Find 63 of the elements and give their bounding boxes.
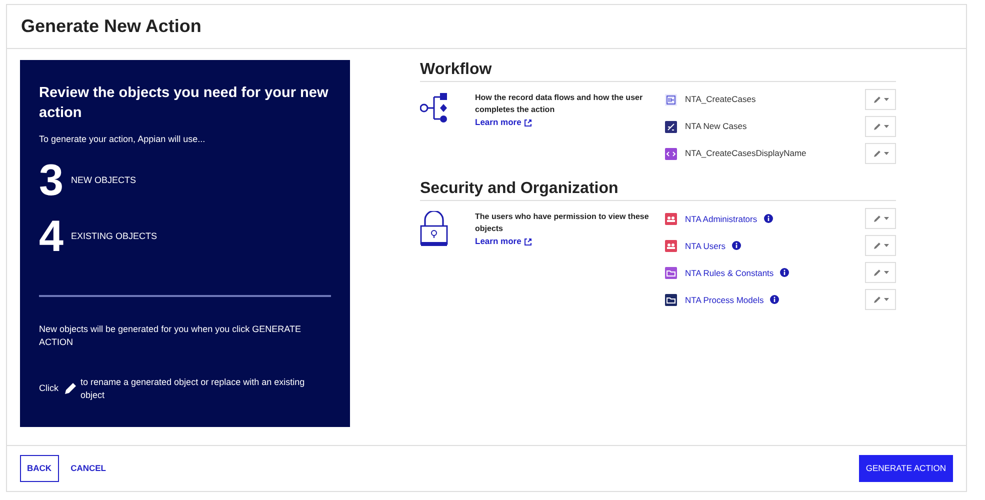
edit-dropdown-button[interactable]: [865, 235, 896, 256]
pencil-icon: [872, 242, 880, 250]
intro-text: To generate your action, Appian will use...: [39, 133, 206, 146]
hint-text: to rename a generated object or replace with an existing object: [80, 376, 306, 402]
pencil-icon: [872, 150, 880, 158]
count-number: 3: [39, 158, 64, 203]
pencil-icon: [872, 296, 880, 304]
edit-dropdown-button[interactable]: [865, 143, 896, 164]
caret-icon: [884, 98, 888, 102]
caret-icon: [884, 244, 888, 248]
process-folder-icon: [665, 294, 677, 306]
info-icon[interactable]: [732, 240, 741, 250]
pencil-icon: [872, 96, 880, 104]
count-label: EXISTING OBJECTS: [71, 230, 158, 243]
learn-more-link[interactable]: Learn more: [475, 117, 532, 128]
edit-dropdown-button[interactable]: [865, 289, 896, 310]
info-icon[interactable]: [780, 268, 790, 276]
pencil-icon: [872, 122, 880, 131]
caret-icon: [884, 298, 888, 302]
pencil-icon: [872, 214, 880, 223]
caret-icon: [884, 217, 888, 220]
dialog-title: Generate New Action: [21, 16, 202, 38]
info-icon[interactable]: [764, 214, 772, 222]
expression-icon: [665, 148, 677, 160]
pencil-icon: [62, 382, 76, 396]
pencil-icon: [872, 268, 880, 277]
summary-heading: Review the objects you need for your new action: [39, 84, 330, 123]
object-name: NTA Rules & Constants: [685, 268, 774, 278]
section-heading: Workflow: [420, 60, 896, 82]
edit-dropdown-button[interactable]: [865, 262, 896, 284]
cancel-button[interactable]: CANCEL: [64, 461, 112, 476]
group-icon: [665, 240, 677, 252]
process-icon: [665, 120, 677, 133]
object-name: NTA Process Models: [685, 294, 764, 304]
padlock-icon: [420, 211, 448, 248]
edit-dropdown-button[interactable]: [865, 208, 896, 230]
workflow-icon: [420, 92, 450, 124]
group-icon: [665, 212, 677, 225]
object-name: NTA Users: [685, 240, 726, 250]
record-icon: [665, 94, 677, 106]
object-name: NTA_CreateCases: [685, 94, 756, 104]
caret-icon: [884, 125, 888, 128]
folder-icon: [665, 266, 677, 279]
external-link-icon: [524, 118, 532, 127]
object-name: NTA Administrators: [685, 214, 758, 224]
section-description: How the record data flows and how the user completes the action: [475, 92, 644, 116]
caret-icon: [884, 152, 888, 156]
object-name: NTA_CreateCasesDisplayName: [685, 148, 806, 158]
info-icon[interactable]: [770, 294, 780, 304]
object-name: NTA New Cases: [685, 121, 747, 132]
count-label: NEW OBJECTS: [71, 174, 136, 187]
hint-text: Click: [39, 382, 58, 396]
edit-dropdown-button[interactable]: [865, 116, 896, 138]
section-heading: Security and Organization: [420, 179, 896, 202]
external-link-icon: [524, 238, 532, 246]
section-description: The users who have permission to view these objects: [475, 211, 650, 236]
note-text: New objects will be generated for you when you click GENERATE ACTION: [39, 322, 302, 350]
back-button[interactable]: BACK: [20, 455, 59, 482]
count-number: 4: [39, 214, 64, 259]
generate-action-button[interactable]: GENERATE ACTION: [858, 455, 953, 482]
caret-icon: [884, 271, 888, 274]
edit-dropdown-button[interactable]: [865, 89, 896, 110]
learn-more-link[interactable]: Learn more: [475, 236, 532, 246]
